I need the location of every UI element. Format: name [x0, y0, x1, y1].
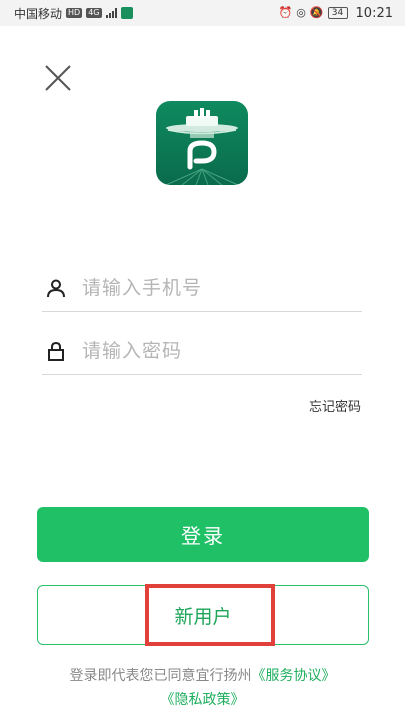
password-input[interactable] — [82, 339, 362, 362]
status-left: 中国移动 HD 4G — [14, 5, 133, 22]
carrier-name: 中国移动 — [14, 6, 63, 21]
phone-input[interactable] — [82, 276, 362, 299]
new-user-label: 新用户 — [174, 605, 232, 628]
status-right: ⏰ ◎ 🔕 34 10:21 — [279, 6, 393, 21]
network-type: 4G — [86, 8, 102, 18]
agreement-prefix: 登录即代表您已同意宜行扬州 — [69, 668, 252, 684]
service-agreement-link[interactable]: 《服务协议》 — [252, 668, 336, 684]
close-button[interactable] — [42, 62, 74, 94]
clock-time: 10:21 — [355, 5, 393, 21]
login-button[interactable]: 登录 — [37, 507, 369, 562]
signal-icon — [105, 8, 117, 18]
privacy-policy-link[interactable]: 《隐私政策》 — [161, 692, 245, 708]
status-bar: 中国移动 HD 4G ⏰ ◎ 🔕 34 10:21 — [0, 0, 405, 26]
forgot-password-link[interactable]: 忘记密码 — [309, 396, 361, 415]
password-field — [42, 327, 362, 375]
app-notification-icon — [120, 7, 133, 19]
battery-icon: 34 — [327, 7, 348, 19]
close-icon — [45, 65, 71, 91]
hd-badge: HD — [66, 8, 83, 18]
new-user-button[interactable]: 新用户 — [37, 585, 369, 645]
lock-icon — [44, 339, 68, 363]
user-icon — [44, 276, 68, 300]
app-logo — [156, 101, 248, 185]
mute-icon: 🔕 — [309, 6, 324, 19]
location-icon: ◎ — [296, 6, 306, 19]
agreement-text: 登录即代表您已同意宜行扬州《服务协议》 《隐私政策》 — [0, 664, 405, 712]
phone-field — [42, 264, 362, 312]
alarm-icon: ⏰ — [278, 6, 293, 19]
